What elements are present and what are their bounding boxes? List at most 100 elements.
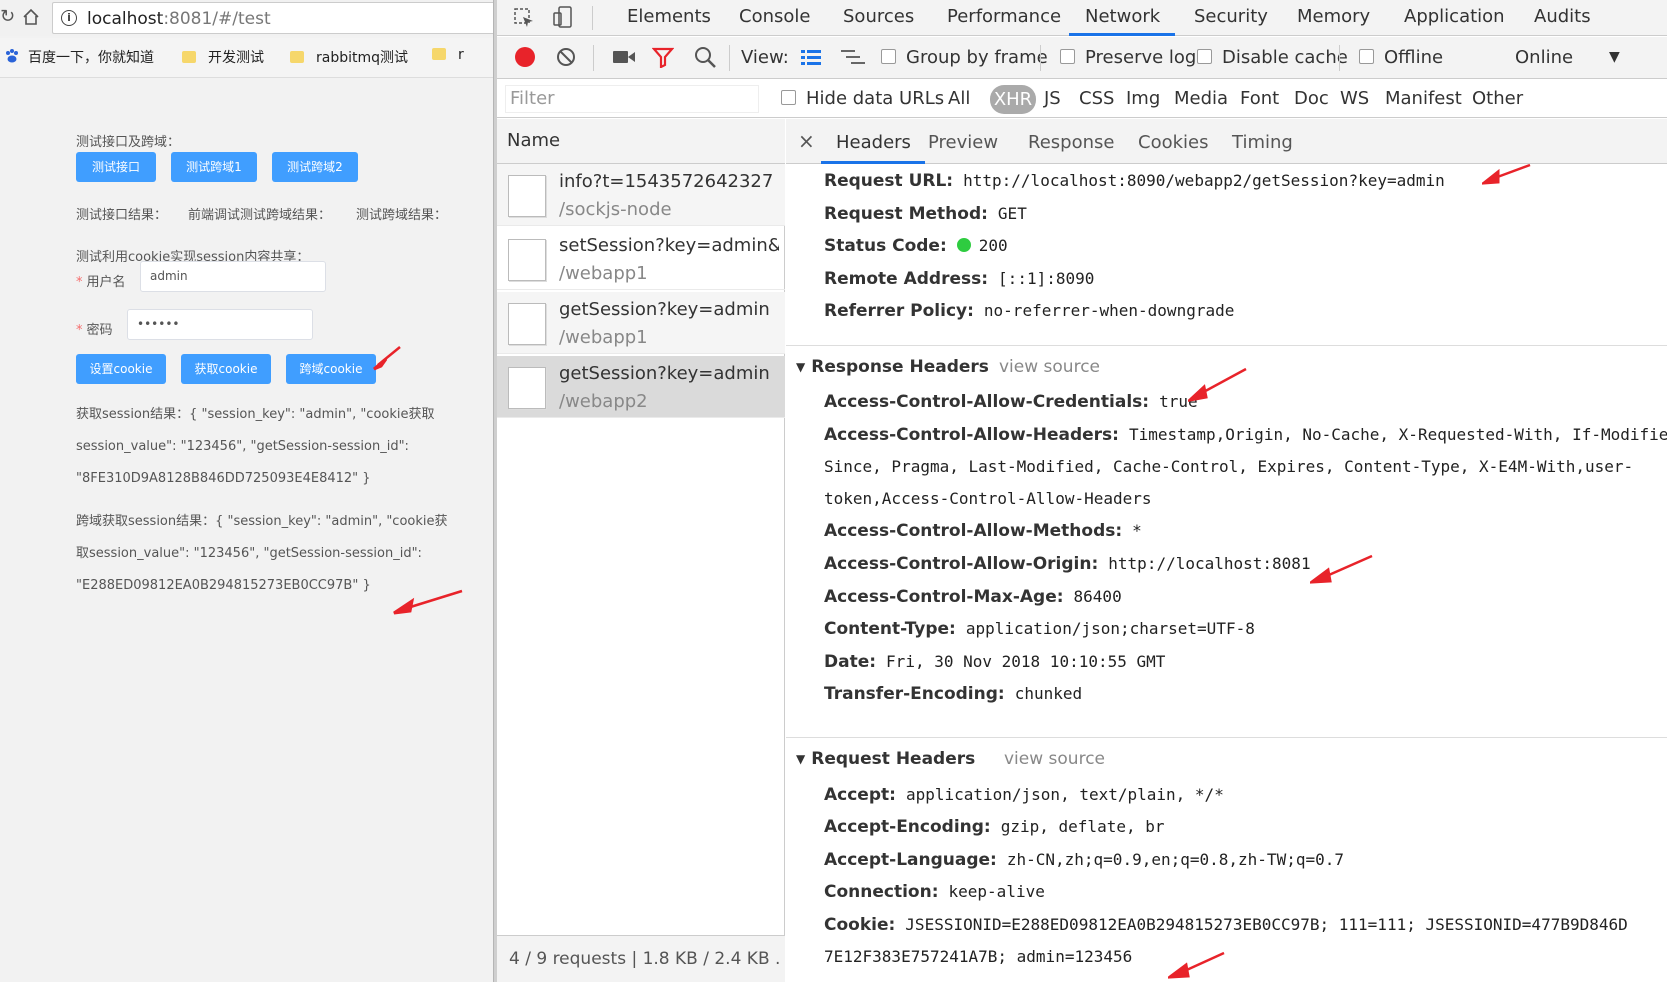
tab-headers[interactable]: Headers (836, 132, 911, 153)
address-bar[interactable]: i localhost:8081/#/test (52, 2, 493, 34)
triangle-down-icon: ▼ (796, 360, 806, 374)
header-value: Fri, 30 Nov 2018 10:10:55 GMT (886, 652, 1166, 671)
view-source-link[interactable]: view source (1004, 749, 1105, 769)
header-value: gzip, deflate, br (1000, 817, 1165, 836)
close-icon[interactable]: × (798, 129, 815, 153)
header-key: Request Method: (824, 204, 988, 224)
preserve-log-checkbox[interactable]: Preserve log (1060, 47, 1196, 68)
checkbox-box[interactable] (1359, 49, 1374, 64)
filter-type-all[interactable]: All (948, 88, 970, 109)
group-by-frame-checkbox[interactable]: Group by frame (881, 47, 1048, 68)
toolbar-divider (1040, 45, 1041, 71)
tab-cookies[interactable]: Cookies (1138, 132, 1208, 153)
checkbox-box[interactable] (781, 90, 796, 105)
tab-response[interactable]: Response (1028, 132, 1114, 153)
header-value: application/json;charset=UTF-8 (965, 619, 1255, 638)
tab-audits[interactable]: Audits (1534, 6, 1591, 27)
section-divider (786, 737, 1667, 738)
filter-type-font[interactable]: Font (1240, 88, 1279, 109)
filter-type-other[interactable]: Other (1472, 88, 1523, 109)
clear-icon[interactable] (556, 47, 576, 67)
hide-data-urls-checkbox[interactable]: Hide data URLs (781, 88, 944, 109)
annotation-arrow (1168, 951, 1225, 979)
tab-timing[interactable]: Timing (1232, 132, 1293, 153)
password-input[interactable]: •••••• (127, 309, 313, 340)
get-cookie-button[interactable]: 获取cookie (181, 354, 271, 384)
tab-security[interactable]: Security (1194, 6, 1268, 27)
test-api-button[interactable]: 测试接口 (76, 152, 156, 182)
filter-type-css[interactable]: CSS (1079, 88, 1114, 109)
tab-network[interactable]: Network (1085, 6, 1160, 27)
filter-type-ws[interactable]: WS (1340, 88, 1369, 109)
large-rows-icon[interactable] (800, 48, 822, 68)
tab-application[interactable]: Application (1404, 6, 1505, 27)
checkbox-box[interactable] (881, 49, 896, 64)
section-divider (786, 345, 1667, 346)
response-header-row: Content-Type: application/json;charset=UT… (824, 619, 1255, 639)
filter-type-media[interactable]: Media (1174, 88, 1228, 109)
record-icon[interactable] (514, 46, 536, 68)
filter-input[interactable]: Filter (505, 85, 759, 113)
tab-memory[interactable]: Memory (1297, 6, 1370, 27)
request-row-selected[interactable]: getSession?key=admin /webapp2 (497, 356, 785, 418)
frontend-cors-result-label: 前端调试测试跨域结果： (188, 208, 332, 223)
bookmark-label: rabbitmq测试 (316, 50, 409, 66)
throttling-select[interactable]: Online (1515, 47, 1573, 68)
request-headers-toggle[interactable]: ▼ Request Headers (796, 749, 975, 769)
offline-checkbox[interactable]: Offline (1359, 47, 1443, 68)
request-row[interactable]: getSession?key=admin /webapp1 (497, 292, 785, 354)
test-cors1-button[interactable]: 测试跨域1 (171, 152, 257, 182)
tab-performance[interactable]: Performance (947, 6, 1061, 27)
filter-type-js[interactable]: JS (1044, 88, 1061, 109)
inspect-element-icon[interactable] (513, 7, 535, 29)
device-toolbar-icon[interactable] (552, 5, 574, 29)
annotation-arrow (373, 346, 401, 371)
tab-console[interactable]: Console (739, 6, 810, 27)
response-header-row: Access-Control-Allow-Headers: Timestamp,O… (824, 425, 1667, 445)
name-column-header[interactable]: Name (497, 119, 785, 164)
checkbox-box[interactable] (1060, 49, 1075, 64)
test-cors2-button[interactable]: 测试跨域2 (272, 152, 358, 182)
required-mark: * (76, 323, 83, 338)
disable-cache-checkbox[interactable]: Disable cache (1197, 47, 1348, 68)
filter-type-xhr[interactable]: XHR (990, 85, 1036, 114)
annotation-arrow (393, 589, 463, 615)
info-icon[interactable]: i (61, 10, 77, 26)
bookmark-label: 百度一下，你就知道 (28, 50, 154, 66)
reload-icon[interactable]: ↻ (0, 6, 15, 27)
home-icon[interactable] (22, 8, 40, 26)
response-headers-toggle[interactable]: ▼ Response Headers (796, 357, 989, 377)
request-row[interactable]: setSession?key=admin&... /webapp1 (497, 228, 785, 290)
bookmark-baidu[interactable]: 百度一下，你就知道 (4, 47, 154, 67)
bookmark-truncated[interactable]: r (432, 47, 464, 63)
request-row[interactable]: info?t=1543572642327 /sockjs-node (497, 164, 785, 226)
filter-type-img[interactable]: Img (1126, 88, 1160, 109)
username-input[interactable]: admin (140, 261, 326, 292)
view-source-link[interactable]: view source (999, 357, 1100, 377)
filter-type-manifest[interactable]: Manifest (1385, 88, 1462, 109)
address-url[interactable]: localhost:8081/#/test (87, 9, 271, 29)
filter-icon[interactable] (652, 46, 674, 68)
search-icon[interactable] (694, 46, 716, 68)
bookmark-dev-test[interactable]: 开发测试 (182, 47, 264, 67)
active-tab-indicator (821, 161, 925, 164)
request-name: setSession?key=admin&... (559, 235, 779, 256)
toolbar-divider (593, 45, 594, 71)
toolbar-divider (1339, 45, 1340, 71)
chevron-down-icon[interactable]: ▼ (1609, 49, 1620, 65)
tab-preview[interactable]: Preview (928, 132, 998, 153)
tab-sources[interactable]: Sources (843, 6, 914, 27)
filter-type-doc[interactable]: Doc (1294, 88, 1329, 109)
folder-icon (290, 51, 304, 63)
checkbox-box[interactable] (1197, 49, 1212, 64)
tab-elements[interactable]: Elements (627, 6, 711, 27)
active-tab-indicator (1069, 33, 1175, 36)
set-cookie-button[interactable]: 设置cookie (76, 354, 166, 384)
waterfall-icon[interactable] (840, 48, 866, 68)
address-bar-row: ↻ i localhost:8081/#/test (0, 0, 493, 36)
header-value: JSESSIONID=E288ED09812EA0B294815273EB0CC… (905, 915, 1628, 934)
header-key: Cookie: (824, 915, 896, 935)
bookmark-rabbitmq[interactable]: rabbitmq测试 (290, 47, 408, 67)
cors-cookie-button[interactable]: 跨域cookie (286, 354, 376, 384)
capture-screenshots-icon[interactable] (612, 49, 636, 65)
